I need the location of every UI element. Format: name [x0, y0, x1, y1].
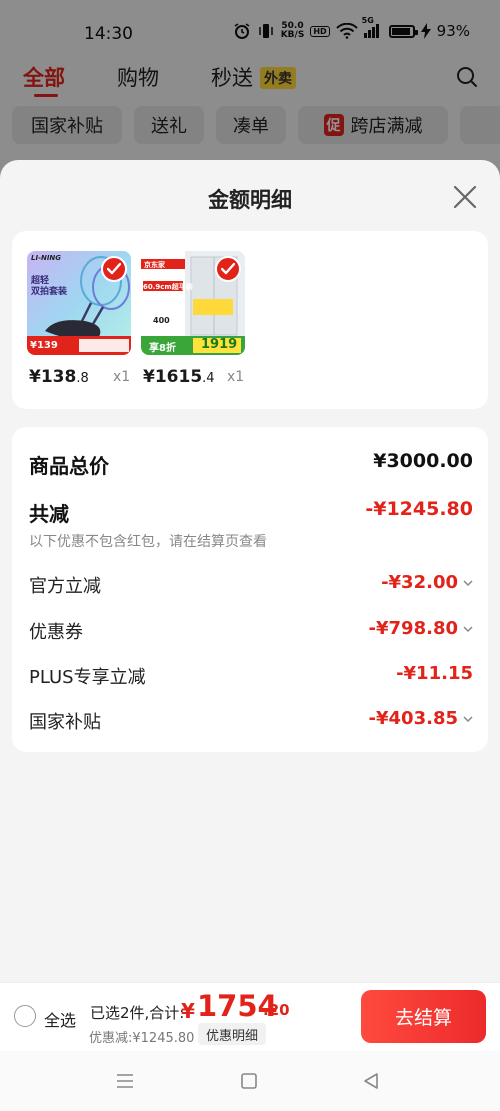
price-integer: ¥138 — [29, 367, 77, 387]
price-breakdown-card: 商品总价 ¥3000.00 共减 -¥1245.80 以下优惠不包含红包，请在结… — [12, 427, 488, 752]
sheet-title: 金额明细 — [208, 188, 292, 212]
subtotal-label: 商品总价 — [29, 454, 109, 478]
discount-value: -¥32.00 — [381, 572, 473, 593]
chevron-down-icon[interactable] — [463, 624, 473, 634]
discount-detail-button[interactable]: 优惠明细 — [198, 1023, 267, 1045]
price-decimal: .4 — [202, 371, 215, 386]
price-decimal: .8 — [76, 371, 89, 386]
selected-check-badge — [215, 256, 241, 282]
discount-label: 官方立减 — [29, 576, 101, 597]
total-currency: ¥ — [181, 999, 195, 1023]
discount-amount: -¥32.00 — [381, 572, 458, 593]
total-reduction-label: 共减 — [29, 502, 69, 526]
fridge-badge: 京东家 — [144, 261, 165, 269]
select-all-radio[interactable] — [14, 1005, 36, 1027]
select-all-label[interactable]: 全选 — [44, 1007, 76, 1031]
discount-amount: -¥403.85 — [368, 708, 458, 729]
brand-logo: LI-NING — [31, 254, 62, 262]
chevron-down-icon[interactable] — [463, 714, 473, 724]
product-qty: x1 — [227, 369, 245, 385]
total-reduction-value: -¥1245.80 — [365, 498, 473, 520]
discount-value: -¥11.15 — [396, 663, 473, 684]
product-thumbnail-racket[interactable]: LI-NING 超轻 双拍套装 ¥139 — [27, 251, 131, 355]
discount-label: 优惠券 — [29, 622, 83, 643]
back-icon[interactable] — [361, 1071, 381, 1091]
reduction-note: 以下优惠不包含红包，请在结算页查看 — [29, 534, 267, 550]
product-price: ¥1615.4 — [143, 367, 215, 387]
discount-label: 国家补贴 — [29, 712, 101, 733]
check-icon — [107, 263, 121, 275]
system-nav-bar — [0, 1051, 500, 1111]
discount-value: -¥403.85 — [369, 708, 473, 729]
checkout-bar: 全选 已选2件,合计: ¥ 1754 .20 优惠减:¥1245.80 优惠明细… — [0, 982, 500, 1051]
discount-amount: -¥798.80 — [368, 618, 458, 639]
selected-count-text: 已选2件,合计: — [90, 1004, 185, 1022]
subtotal-value: ¥3000.00 — [373, 450, 473, 472]
discount-value: -¥798.80 — [369, 618, 473, 639]
discount-amount: -¥11.15 — [396, 663, 473, 684]
product-qty: x1 — [113, 369, 131, 385]
promo-price: ¥139 — [30, 340, 58, 351]
discount-label: 享8折 — [149, 343, 176, 354]
price-integer: ¥1615 — [143, 367, 203, 387]
promo-price: 1919 — [201, 337, 238, 352]
total-amount-decimal: .20 — [263, 1001, 290, 1019]
check-icon — [221, 263, 235, 275]
menu-icon[interactable] — [115, 1071, 135, 1091]
discount-label: PLUS专享立减 — [29, 667, 146, 688]
discount-summary: 优惠减:¥1245.80 — [89, 1031, 195, 1046]
checkout-button[interactable]: 去结算 — [361, 990, 486, 1043]
chevron-down-icon[interactable] — [463, 578, 473, 588]
products-card: LI-NING 超轻 双拍套装 ¥139 ¥138.8 x1 京东家 60.9c… — [12, 231, 488, 409]
home-icon[interactable] — [239, 1071, 259, 1091]
product-price: ¥138.8 — [29, 367, 89, 387]
fridge-spec-2: 400 — [153, 316, 170, 325]
fridge-spec: 60.9cm超平嵌 — [143, 283, 193, 291]
amount-detail-sheet: 金额明细 LI-NING 超轻 双拍套装 ¥139 ¥138.8 x1 京东家 … — [0, 160, 500, 982]
product-thumbnail-fridge[interactable]: 京东家 60.9cm超平嵌 400 享8折 1919 — [141, 251, 245, 355]
product-headline-2: 双拍套装 — [31, 287, 68, 297]
close-icon[interactable] — [452, 184, 478, 210]
selected-check-badge — [101, 256, 127, 282]
